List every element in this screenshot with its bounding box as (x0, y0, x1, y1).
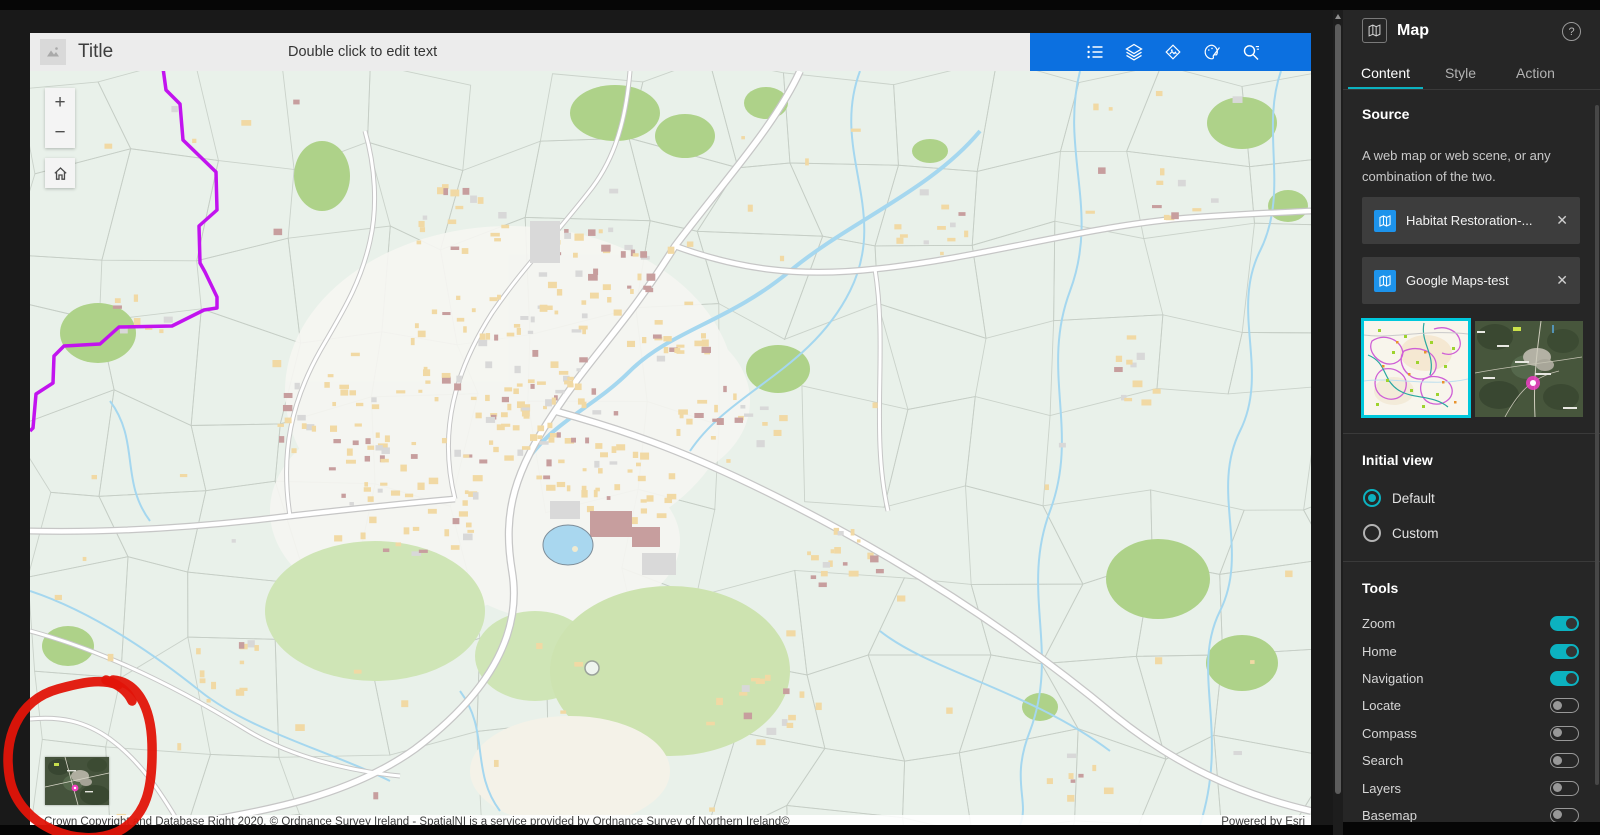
radio-default[interactable]: Default (1363, 488, 1435, 508)
map-widget-icon (1362, 18, 1387, 43)
tool-label: Locate (1362, 698, 1402, 714)
map-source-label: Habitat Restoration-... (1406, 213, 1533, 228)
tool-row-home: Home (1362, 637, 1579, 664)
toggle-compass[interactable] (1550, 725, 1579, 741)
initial-view-heading: Initial view (1362, 452, 1433, 468)
legend-icon[interactable] (1086, 43, 1104, 61)
zoom-out-button[interactable]: − (45, 118, 75, 148)
map-title-bar: Title Double click to edit text (30, 33, 1311, 71)
help-icon[interactable]: ? (1562, 22, 1581, 41)
tool-row-compass: Compass (1362, 720, 1579, 747)
radio-label: Custom (1392, 525, 1439, 541)
home-icon (53, 166, 67, 180)
tools-heading: Tools (1362, 580, 1399, 596)
panel-scrollbar[interactable] (1595, 105, 1600, 805)
image-placeholder-icon[interactable] (40, 39, 66, 65)
toggle-basemap[interactable] (1550, 807, 1579, 822)
section-divider (1343, 433, 1600, 434)
tool-row-layers: Layers (1362, 774, 1579, 801)
map-source-label: Google Maps-test (1406, 273, 1509, 288)
layers-icon[interactable] (1125, 43, 1143, 61)
radio-custom[interactable]: Custom (1363, 523, 1439, 543)
tool-label: Zoom (1362, 616, 1396, 632)
attribution-text: Crown Copyright and Database Right 2020.… (44, 816, 790, 825)
tool-row-locate: Locate (1362, 692, 1579, 719)
search-icon[interactable] (1242, 43, 1260, 61)
tools-list: Zoom Home Navigation Locate Compass Search Lay… (1362, 610, 1579, 822)
tool-row-basemap: Basemap (1362, 802, 1579, 822)
tab-style[interactable]: Style (1423, 60, 1498, 90)
overview-map-thumbnail[interactable] (45, 757, 109, 805)
scrollbar-thumb[interactable] (1335, 24, 1341, 794)
powered-by-esri: Powered by Esri (1221, 816, 1305, 825)
tool-row-navigation: Navigation (1362, 665, 1579, 692)
tool-label: Basemap (1362, 807, 1417, 822)
tab-content[interactable]: Content (1348, 60, 1423, 90)
tabs-divider (1343, 89, 1600, 90)
remove-map-button[interactable]: ✕ (1556, 272, 1568, 289)
map-toolbar (1030, 33, 1311, 71)
radio-button[interactable] (1363, 489, 1381, 507)
tab-action[interactable]: Action (1498, 60, 1573, 90)
page-scrollbar[interactable] (1333, 10, 1343, 835)
pond (542, 524, 594, 566)
source-description: A web map or web scene, or any combinati… (1362, 148, 1551, 184)
settings-panel: Map ? Content Style Action Source A web ma… (1343, 10, 1600, 822)
map-canvas[interactable] (9, 55, 1423, 835)
section-divider (1343, 561, 1600, 562)
remove-map-button[interactable]: ✕ (1556, 212, 1568, 229)
toggle-zoom[interactable] (1550, 616, 1579, 632)
tool-row-zoom: Zoom (1362, 610, 1579, 637)
zoom-control: + − (45, 88, 75, 148)
toggle-search[interactable] (1550, 753, 1579, 769)
text-widget-placeholder[interactable]: Double click to edit text (288, 44, 437, 60)
source-heading: Source (1362, 106, 1410, 122)
basemap-icon[interactable] (1164, 43, 1182, 61)
tool-label: Compass (1362, 725, 1417, 741)
tool-label: Navigation (1362, 670, 1424, 686)
tool-label: Search (1362, 753, 1404, 769)
widget-title[interactable]: Title (78, 41, 113, 63)
map-attribution: Crown Copyright and Database Right 2020.… (30, 815, 1311, 825)
zoom-in-button[interactable]: + (45, 88, 75, 118)
tool-row-search: Search (1362, 747, 1579, 774)
tool-label: Layers (1362, 780, 1402, 796)
tool-label: Home (1362, 643, 1397, 659)
radio-button[interactable] (1363, 524, 1381, 542)
map-widget: Title Double click to edit text + − Crow… (9, 33, 1423, 835)
toggle-navigation[interactable] (1550, 670, 1579, 686)
webmap-thumbnail-selected[interactable] (1361, 318, 1471, 418)
webmap-icon (1374, 269, 1396, 292)
map-source-item[interactable]: Habitat Restoration-... ✕ (1362, 197, 1580, 244)
toggle-home[interactable] (1550, 643, 1579, 659)
radio-label: Default (1392, 490, 1435, 506)
webmap-thumbnail-satellite[interactable] (1475, 321, 1583, 417)
panel-title: Map (1397, 22, 1429, 39)
home-button[interactable] (45, 158, 75, 188)
scrollbar-up-arrow[interactable] (1335, 14, 1341, 19)
panel-tabs: Content Style Action (1348, 60, 1573, 90)
toggle-layers[interactable] (1550, 780, 1579, 796)
style-icon[interactable] (1203, 43, 1221, 61)
toggle-locate[interactable] (1550, 698, 1579, 714)
webmap-icon (1374, 209, 1396, 232)
map-source-item[interactable]: Google Maps-test ✕ (1362, 257, 1580, 304)
